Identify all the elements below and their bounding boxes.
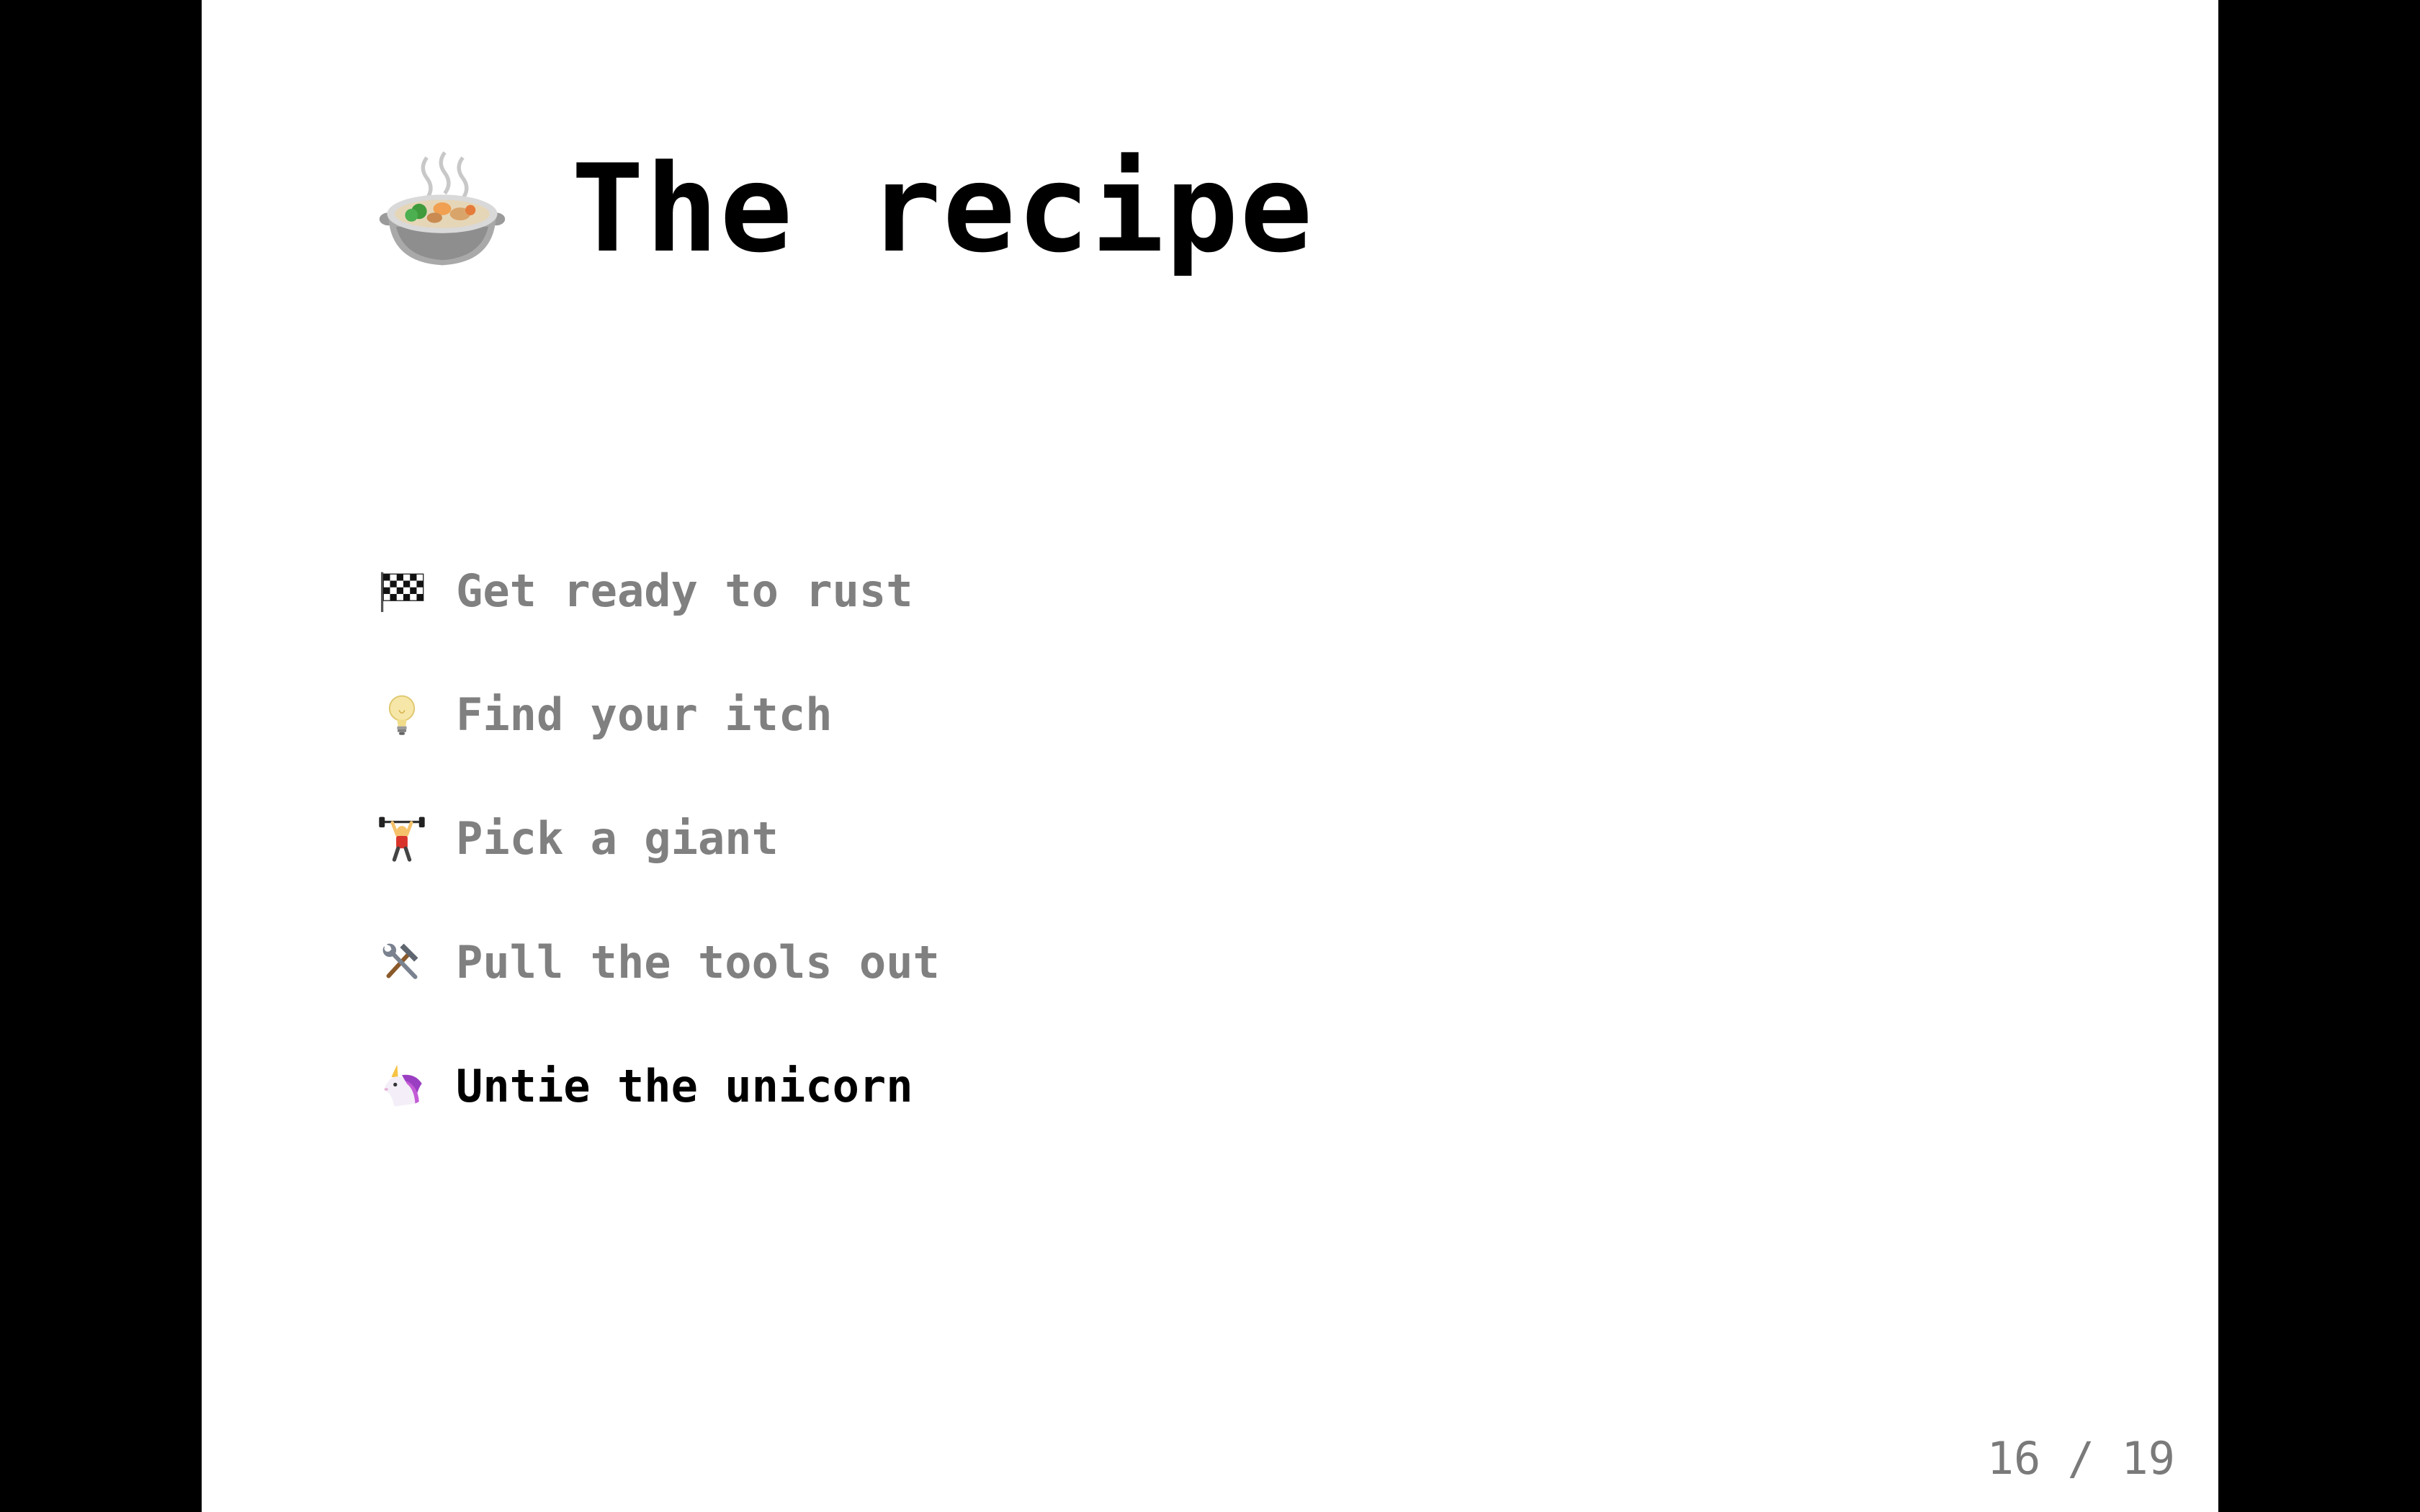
agenda-item-label: Pick a giant (456, 812, 779, 865)
agenda-list: Get ready to rust Find your itch Pick a … (378, 529, 1675, 1148)
agenda-item-label: Pull the tools out (456, 936, 940, 989)
page-counter: 16 / 19 (1986, 1432, 2175, 1485)
agenda-item-label: Get ready to rust (456, 564, 913, 617)
slide-title-row: The recipe (378, 122, 1314, 295)
light-bulb-icon (388, 695, 416, 735)
checkered-flag-icon (380, 572, 424, 613)
hammer-and-wrench-icon (382, 943, 418, 979)
agenda-item-get-ready: Get ready to rust (378, 529, 1675, 653)
weightlifter-icon (379, 816, 425, 862)
agenda-item-label: Find your itch (456, 688, 833, 741)
slide-title: The recipe (571, 138, 1314, 279)
agenda-item-find-itch: Find your itch (378, 653, 1675, 777)
agenda-item-label: Untie the unicorn (456, 1060, 913, 1112)
presentation-viewport: The recipe Get ready to rust Find your i… (0, 0, 2420, 1512)
agenda-item-untie-unicorn: Untie the unicorn (378, 1025, 1675, 1148)
agenda-item-pick-giant: Pick a giant (378, 777, 1675, 901)
slide: The recipe Get ready to rust Find your i… (202, 0, 2218, 1512)
agenda-item-pull-tools: Pull the tools out (378, 901, 1675, 1025)
unicorn-icon (384, 1064, 422, 1107)
stew-pot-icon (379, 151, 506, 266)
